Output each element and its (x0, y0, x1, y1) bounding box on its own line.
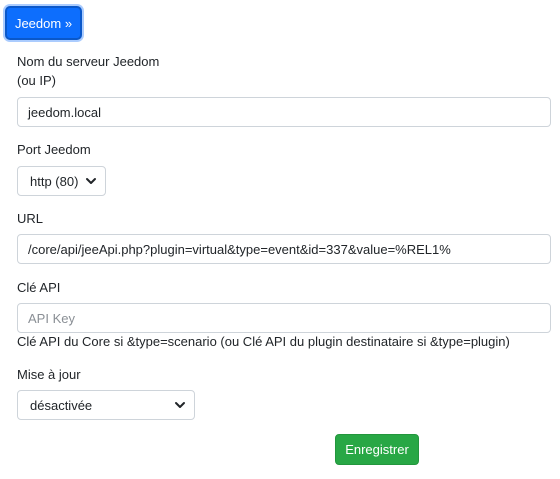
api-key-input[interactable] (17, 303, 551, 333)
port-select-value: http (80) (30, 173, 79, 189)
port-select[interactable]: http (80) (17, 166, 106, 196)
update-select[interactable]: désactivée (17, 390, 195, 420)
jeedom-tab-label: Jeedom » (14, 15, 73, 31)
save-button[interactable]: Enregistrer (335, 434, 419, 465)
api-key-label: Clé API (17, 280, 61, 295)
update-label: Mise à jour (17, 367, 81, 382)
url-input-value: /core/api/jeeApi.php?plugin=virtual&type… (28, 241, 451, 257)
url-label: URL (17, 211, 44, 226)
server-input[interactable]: jeedom.local (17, 97, 551, 127)
url-input[interactable]: /core/api/jeeApi.php?plugin=virtual&type… (17, 234, 551, 264)
port-label: Port Jeedom (17, 142, 91, 157)
server-label-line1: Nom du serveur Jeedom (17, 54, 160, 69)
server-input-value: jeedom.local (28, 104, 101, 120)
api-key-help-text: Clé API du Core si &type=scenario (ou Cl… (17, 334, 510, 349)
save-button-label: Enregistrer (345, 442, 409, 457)
chevron-down-icon (86, 178, 96, 184)
chevron-down-icon (175, 402, 185, 408)
server-label-line2: (ou IP) (17, 73, 57, 88)
update-select-value: désactivée (30, 397, 93, 413)
server-label: Nom du serveur Jeedom (ou IP) (17, 52, 217, 90)
jeedom-tab-button[interactable]: Jeedom » (5, 6, 82, 40)
